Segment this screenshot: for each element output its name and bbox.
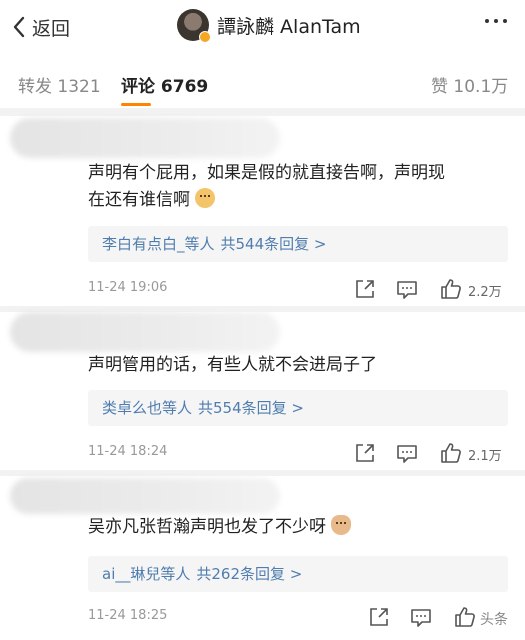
tab-count: 10.1万 xyxy=(453,77,509,97)
share-icon[interactable] xyxy=(368,606,390,628)
share-icon[interactable] xyxy=(354,442,376,464)
back-button[interactable]: 返回 xyxy=(12,12,70,42)
like-count: 2.2万 xyxy=(468,285,502,300)
reply-preview[interactable]: 李白有点白_等人 共544条回复 > xyxy=(88,226,508,262)
like-count: 2.1万 xyxy=(468,449,502,464)
tab-reposts[interactable]: 转发 1321 xyxy=(18,72,101,97)
back-label: 返回 xyxy=(32,17,71,40)
tab-bar: 转发 1321 评论 6769 赞 10.1万 xyxy=(0,62,525,106)
like-icon[interactable] xyxy=(440,278,462,300)
blurred-username xyxy=(10,312,280,352)
tab-label: 赞 xyxy=(431,77,448,97)
active-tab-indicator xyxy=(121,103,151,106)
share-icon[interactable] xyxy=(354,278,376,300)
comment-text: 声明管用的话，有些人就不会进局子了 xyxy=(88,355,377,375)
comment-text: 吴亦凡张哲瀚声明也发了不少呀 xyxy=(88,514,503,541)
comment-icon[interactable] xyxy=(396,278,418,300)
like-icon[interactable] xyxy=(454,606,476,628)
blurred-username xyxy=(10,118,280,158)
tab-label: 评论 xyxy=(121,77,155,97)
reply-preview[interactable]: 类卓么也等人 共554条回复 > xyxy=(88,390,508,426)
tab-count: 6769 xyxy=(160,77,209,97)
like-icon[interactable] xyxy=(440,442,462,464)
cat-emoji-icon xyxy=(331,515,352,535)
tab-likes[interactable]: 赞 10.1万 xyxy=(431,72,508,97)
comment-meta: 11-24 18:25 头条 xyxy=(88,606,508,630)
comment-time: 11-24 18:24 xyxy=(88,444,168,459)
watermark: 头条 xyxy=(480,612,508,628)
comment-icon[interactable] xyxy=(396,442,418,464)
section-divider xyxy=(0,108,525,116)
comment-text: 声明有个屁用，如果是假的就直接告啊，声明现 在还有谁信啊 xyxy=(88,163,445,210)
page-title: 譚詠麟 AlanTam xyxy=(217,15,361,38)
blurred-username xyxy=(10,478,280,514)
more-options-icon[interactable] xyxy=(485,19,507,23)
avatar[interactable] xyxy=(177,9,211,43)
reply-preview[interactable]: ai__琳兒等人 共262条回复 > xyxy=(88,556,508,592)
comment-item: 声明管用的话，有些人就不会进局子了 类卓么也等人 共554条回复 > 11-24 … xyxy=(0,312,525,472)
comment-icon[interactable] xyxy=(410,606,432,628)
chevron-left-icon xyxy=(13,16,25,38)
comment-time: 11-24 19:06 xyxy=(88,280,168,295)
comment-item: 吴亦凡张哲瀚声明也发了不少呀 ai__琳兒等人 共262条回复 > 11-24 1… xyxy=(0,476,525,640)
comment-time: 11-24 18:25 xyxy=(88,608,168,623)
tab-count: 1321 xyxy=(57,77,101,97)
page-header: 譚詠麟 AlanTam xyxy=(177,9,361,43)
comment-meta: 11-24 19:06 2.2万 xyxy=(88,278,508,302)
comment-meta: 11-24 18:24 2.1万 xyxy=(88,442,508,466)
doge-emoji-icon xyxy=(195,188,216,208)
tab-label: 转发 xyxy=(18,77,52,97)
comment-item: 声明有个屁用，如果是假的就直接告啊，声明现 在还有谁信啊 李白有点白_等人 共54… xyxy=(0,116,525,310)
tab-comments[interactable]: 评论 6769 xyxy=(121,72,208,97)
verified-badge-icon xyxy=(199,31,211,43)
top-bar: 返回 譚詠麟 AlanTam xyxy=(0,0,525,55)
